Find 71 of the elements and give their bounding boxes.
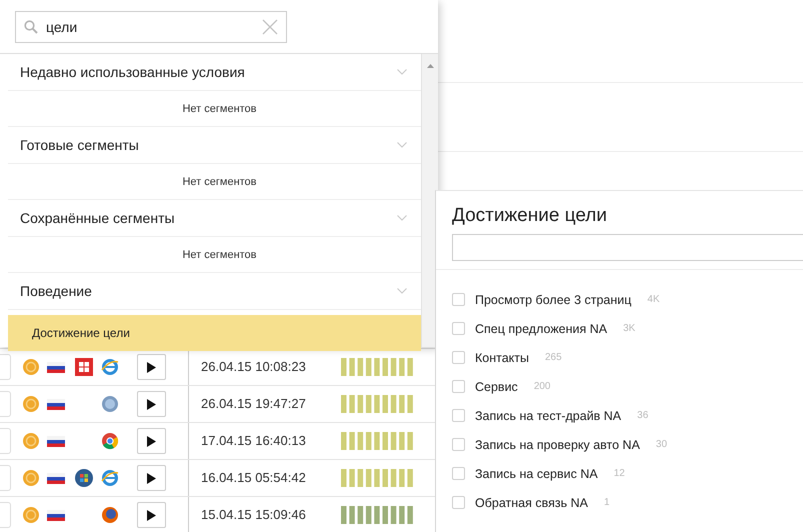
window-tiles-icon xyxy=(75,469,93,487)
browser-icon xyxy=(101,358,119,376)
goal-count: 12 xyxy=(614,468,625,479)
coin-icon xyxy=(23,396,39,412)
goal-label[interactable]: Просмотр более 3 страниц xyxy=(475,292,632,306)
goal-count: 30 xyxy=(656,439,668,450)
goal-label[interactable]: Сервис xyxy=(475,380,518,394)
coin-icon xyxy=(23,433,39,449)
row-control-edge[interactable] xyxy=(0,502,11,528)
play-button[interactable] xyxy=(137,391,166,417)
play-button[interactable] xyxy=(137,502,166,528)
flag-icon xyxy=(47,398,65,410)
row-control-edge[interactable] xyxy=(0,391,11,417)
checkbox[interactable] xyxy=(452,409,465,422)
scroll-up-icon[interactable] xyxy=(426,64,434,68)
goal-label[interactable]: Обратная связь NA xyxy=(475,496,588,510)
play-icon xyxy=(147,362,156,372)
window-tiles-icon xyxy=(75,358,93,376)
goal-label[interactable]: Контакты xyxy=(475,350,529,364)
checkbox[interactable] xyxy=(452,351,465,364)
play-icon xyxy=(147,472,156,484)
checkbox[interactable] xyxy=(452,322,465,335)
checkbox[interactable] xyxy=(452,380,465,393)
play-button[interactable] xyxy=(137,428,166,454)
play-icon xyxy=(147,436,156,446)
play-button[interactable] xyxy=(137,465,166,491)
goal-label[interactable]: Запись на проверку авто NA xyxy=(475,438,640,452)
flag-icon xyxy=(47,362,65,372)
coin-icon xyxy=(23,359,39,375)
checkbox[interactable] xyxy=(452,293,465,306)
row-control-edge[interactable] xyxy=(0,354,11,380)
search-icon xyxy=(24,20,38,34)
goal-count: 265 xyxy=(545,352,562,363)
goal-count: 200 xyxy=(534,381,550,392)
empty-message: Нет сегментов xyxy=(182,248,257,260)
close-icon[interactable] xyxy=(262,19,278,35)
play-button[interactable] xyxy=(137,354,166,380)
play-icon xyxy=(147,510,156,520)
scrollbar[interactable] xyxy=(421,54,438,347)
browser-icon xyxy=(101,469,119,487)
segment-item[interactable]: Достижение цели xyxy=(8,315,421,351)
goal-count: 36 xyxy=(637,410,648,421)
coin-icon xyxy=(23,470,39,486)
section-header[interactable]: Готовые сегменты xyxy=(8,127,421,164)
checkbox[interactable] xyxy=(452,496,465,509)
row-control-edge[interactable] xyxy=(0,428,11,454)
flag-icon xyxy=(47,472,65,484)
coin-icon xyxy=(23,507,39,523)
goal-label[interactable]: Запись на тест-драйв NA xyxy=(475,408,622,422)
panel-title: Достижение цели xyxy=(452,205,608,228)
goal-filter-field[interactable] xyxy=(452,234,803,261)
search-field[interactable]: цели xyxy=(15,11,287,43)
checkbox[interactable] xyxy=(452,438,465,451)
flag-icon xyxy=(47,436,65,446)
flag-icon xyxy=(47,510,65,520)
section-header[interactable]: Сохранённые сегменты xyxy=(8,200,421,237)
section-header[interactable]: Поведение xyxy=(8,273,421,310)
goal-label[interactable]: Запись на сервис NA xyxy=(475,466,598,480)
checkbox[interactable] xyxy=(452,467,465,480)
goal-count: 4K xyxy=(647,294,660,305)
browser-icon xyxy=(101,395,119,413)
goal-count: 3K xyxy=(623,323,636,334)
empty-message: Нет сегментов xyxy=(182,102,257,114)
browser-icon xyxy=(101,506,119,524)
browser-icon xyxy=(101,432,119,450)
goal-count: 1 xyxy=(604,497,610,508)
section-header[interactable]: Недавно использованные условия xyxy=(8,54,421,91)
play-icon xyxy=(147,398,156,410)
row-control-edge[interactable] xyxy=(0,465,11,491)
empty-message: Нет сегментов xyxy=(182,176,257,188)
goal-label[interactable]: Спец предложения NA xyxy=(475,322,608,336)
